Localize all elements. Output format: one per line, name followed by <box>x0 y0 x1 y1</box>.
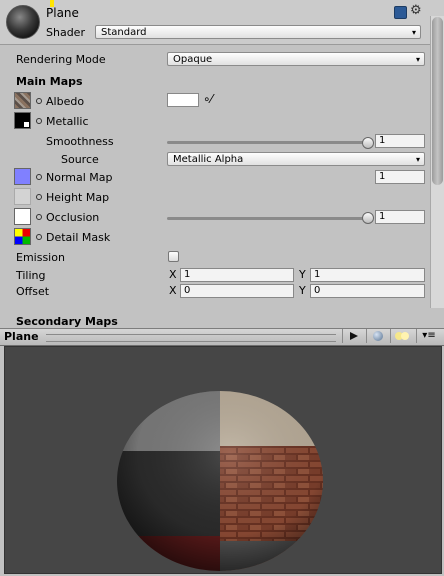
offset-label: Offset <box>16 285 50 298</box>
normal-map-texture-slot[interactable] <box>14 168 31 185</box>
preview-drag-handle[interactable] <box>46 334 336 342</box>
source-label: Source <box>61 153 99 166</box>
detail-mask-texture-slot[interactable] <box>14 228 31 245</box>
offset-y-field[interactable]: 0 <box>310 284 425 298</box>
detail-mask-label: Detail Mask <box>46 231 111 244</box>
tiling-x-field[interactable]: 1 <box>180 268 294 282</box>
sphere-icon <box>373 331 383 341</box>
gear-icon[interactable]: ⚙ <box>410 3 422 18</box>
normal-map-label: Normal Map <box>46 171 113 184</box>
chevron-down-icon: ▾ <box>415 55 420 64</box>
tiling-label: Tiling <box>16 269 46 282</box>
occlusion-picker-icon[interactable] <box>36 214 42 220</box>
emission-checkbox[interactable] <box>168 251 179 262</box>
vertical-scrollbar[interactable] <box>430 16 444 308</box>
preview-mesh-button[interactable] <box>366 329 389 343</box>
chevron-down-icon: ▾ <box>415 155 420 164</box>
preview-title: Plane <box>4 330 39 343</box>
offset-x-label: X <box>169 284 177 297</box>
tiling-x-label: X <box>169 268 177 281</box>
tiling-y-field[interactable]: 1 <box>310 268 425 282</box>
occlusion-texture-slot[interactable] <box>14 208 31 225</box>
secondary-maps-heading: Secondary Maps <box>16 315 118 328</box>
smoothness-slider-track[interactable] <box>167 141 367 144</box>
albedo-color-field[interactable] <box>167 93 199 107</box>
shader-dropdown[interactable]: Standard ▾ <box>95 25 421 39</box>
albedo-picker-icon[interactable] <box>36 98 42 104</box>
occlusion-field[interactable]: 1 <box>375 210 425 224</box>
rendering-mode-label: Rendering Mode <box>16 53 106 66</box>
offset-x-field[interactable]: 0 <box>180 284 294 298</box>
normal-scale-field[interactable]: 1 <box>375 170 425 184</box>
albedo-texture-slot[interactable] <box>14 92 31 109</box>
height-map-label: Height Map <box>46 191 110 204</box>
sphere-render <box>117 391 323 571</box>
help-book-icon[interactable] <box>394 6 407 19</box>
source-value: Metallic Alpha <box>173 154 244 165</box>
chevron-down-icon: ▾ <box>411 28 416 37</box>
material-thumbnail[interactable] <box>6 5 40 39</box>
eyedropper-icon[interactable]: ∘⁄ <box>203 92 213 106</box>
main-maps-heading: Main Maps <box>16 75 83 88</box>
material-title: Plane <box>46 6 79 20</box>
preview-menu-icon[interactable]: ▾≡ <box>416 329 441 343</box>
occlusion-label: Occlusion <box>46 211 100 224</box>
metallic-texture-slot[interactable] <box>14 112 31 129</box>
detail-mask-picker-icon[interactable] <box>36 234 42 240</box>
shader-value: Standard <box>101 27 147 38</box>
source-dropdown[interactable]: Metallic Alpha ▾ <box>167 152 425 166</box>
smoothness-field[interactable]: 1 <box>375 134 425 148</box>
light-toggle-button[interactable] <box>390 329 415 343</box>
metallic-picker-icon[interactable] <box>36 118 42 124</box>
scrollbar-thumb[interactable] <box>432 17 443 185</box>
metallic-label: Metallic <box>46 115 89 128</box>
smoothness-slider-knob[interactable] <box>362 137 374 149</box>
shader-label: Shader <box>46 26 85 39</box>
smoothness-label: Smoothness <box>46 135 114 148</box>
light-icon-2 <box>401 332 409 340</box>
rendering-mode-value: Opaque <box>173 54 213 65</box>
metallic-preview-mark <box>24 122 29 127</box>
tiling-y-label: Y <box>299 268 306 281</box>
occlusion-slider-knob[interactable] <box>362 212 374 224</box>
offset-y-label: Y <box>299 284 306 297</box>
height-map-picker-icon[interactable] <box>36 194 42 200</box>
emission-label: Emission <box>16 251 65 264</box>
play-button[interactable] <box>342 329 365 343</box>
play-icon <box>350 332 358 340</box>
albedo-label: Albedo <box>46 95 85 108</box>
material-preview-sphere <box>117 391 323 571</box>
normal-map-picker-icon[interactable] <box>36 174 42 180</box>
rendering-mode-dropdown[interactable]: Opaque ▾ <box>167 52 425 66</box>
occlusion-slider-track[interactable] <box>167 217 367 220</box>
height-map-texture-slot[interactable] <box>14 188 31 205</box>
